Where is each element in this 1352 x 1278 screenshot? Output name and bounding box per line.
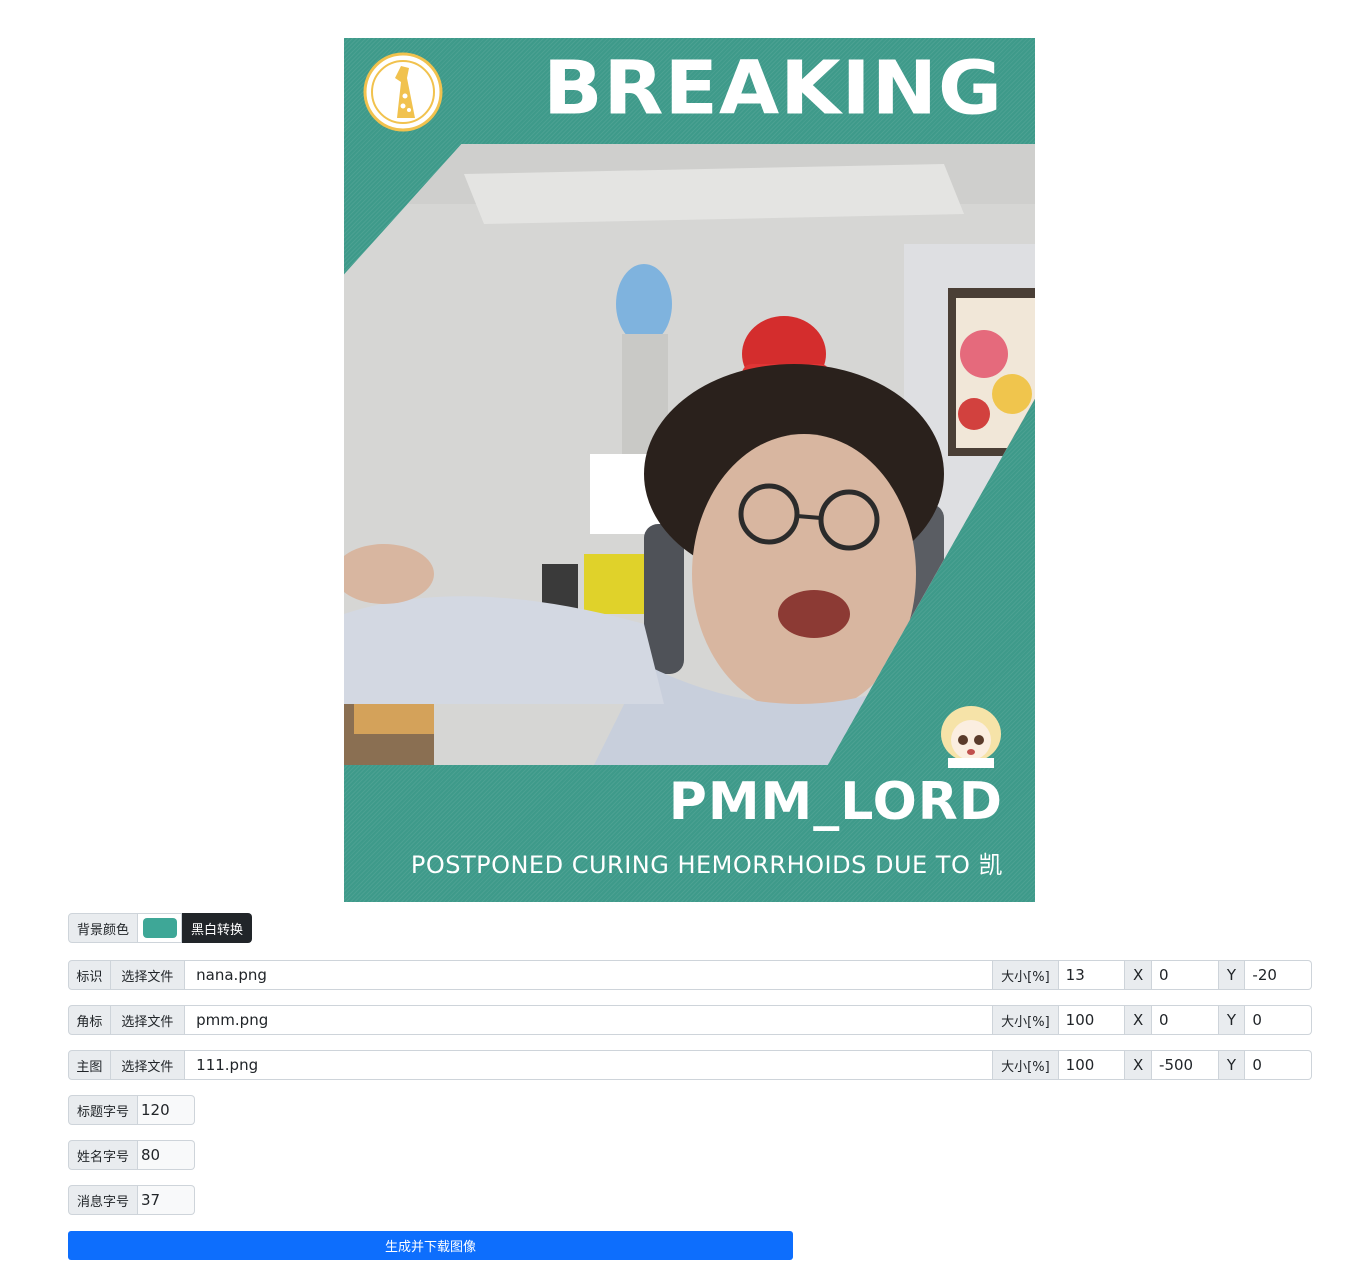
message-font-size-label: 消息字号 (68, 1185, 138, 1215)
main-photo (344, 144, 1035, 765)
logo-y-label: Y (1218, 960, 1246, 990)
logo-x-input[interactable]: 0 (1152, 960, 1219, 990)
logo-choose-file-button[interactable]: 选择文件 (110, 960, 186, 990)
logo-icon (363, 52, 443, 132)
name-font-size-row: 姓名字号 80 (68, 1140, 195, 1170)
corner-file-row: 角标 选择文件 pmm.png 大小[%] 100 X 0 Y 0 (68, 1005, 1312, 1035)
main-image-y-input[interactable]: 0 (1245, 1050, 1312, 1080)
logo-row-label: 标识 (68, 960, 111, 990)
poster-preview: BREAKING PMM_LORD POSTPONED CURING HEMOR… (344, 38, 1035, 902)
logo-size-input[interactable]: 13 (1058, 960, 1126, 990)
background-color-picker[interactable] (138, 913, 182, 943)
corner-choose-file-button[interactable]: 选择文件 (110, 1005, 186, 1035)
name-font-size-label: 姓名字号 (68, 1140, 138, 1170)
corner-row-label: 角标 (68, 1005, 111, 1035)
title-font-size-label: 标题字号 (68, 1095, 138, 1125)
background-color-label: 背景颜色 (68, 913, 138, 943)
main-image-x-label: X (1125, 1050, 1153, 1080)
corner-size-label: 大小[%] (993, 1005, 1059, 1035)
logo-y-input[interactable]: -20 (1245, 960, 1312, 990)
color-swatch[interactable] (142, 918, 177, 938)
main-image-x-input[interactable]: -500 (1152, 1050, 1219, 1080)
corner-y-label: Y (1218, 1005, 1246, 1035)
corner-x-label: X (1125, 1005, 1153, 1035)
poster-title: BREAKING (543, 46, 1003, 132)
logo-file-row: 标识 选择文件 nana.png 大小[%] 13 X 0 Y -20 (68, 960, 1312, 990)
generate-download-button[interactable]: 生成并下载图像 (68, 1231, 793, 1260)
background-color-row: 背景颜色 黑白转换 (68, 913, 253, 943)
logo-size-label: 大小[%] (993, 960, 1059, 990)
name-font-size-input[interactable]: 80 (138, 1140, 195, 1170)
main-image-row-label: 主图 (68, 1050, 111, 1080)
title-font-size-row: 标题字号 120 (68, 1095, 195, 1125)
corner-y-input[interactable]: 0 (1245, 1005, 1312, 1035)
corner-filename[interactable]: pmm.png (185, 1005, 994, 1035)
poster-name: PMM_LORD (668, 772, 1003, 832)
main-image-y-label: Y (1218, 1050, 1246, 1080)
main-image-size-input[interactable]: 100 (1058, 1050, 1126, 1080)
bw-convert-button[interactable]: 黑白转换 (182, 913, 253, 943)
main-image-choose-file-button[interactable]: 选择文件 (110, 1050, 186, 1080)
message-font-size-input[interactable]: 37 (138, 1185, 195, 1215)
corner-size-input[interactable]: 100 (1058, 1005, 1126, 1035)
main-image-filename[interactable]: 111.png (185, 1050, 994, 1080)
poster-message: POSTPONED CURING HEMORRHOIDS DUE TO 凯 (410, 851, 1003, 879)
message-font-size-row: 消息字号 37 (68, 1185, 195, 1215)
logo-x-label: X (1125, 960, 1153, 990)
title-font-size-input[interactable]: 120 (138, 1095, 195, 1125)
main-image-file-row: 主图 选择文件 111.png 大小[%] 100 X -500 Y 0 (68, 1050, 1312, 1080)
main-image-size-label: 大小[%] (993, 1050, 1059, 1080)
corner-x-input[interactable]: 0 (1152, 1005, 1219, 1035)
corner-avatar-icon (938, 702, 1004, 768)
logo-filename[interactable]: nana.png (185, 960, 994, 990)
